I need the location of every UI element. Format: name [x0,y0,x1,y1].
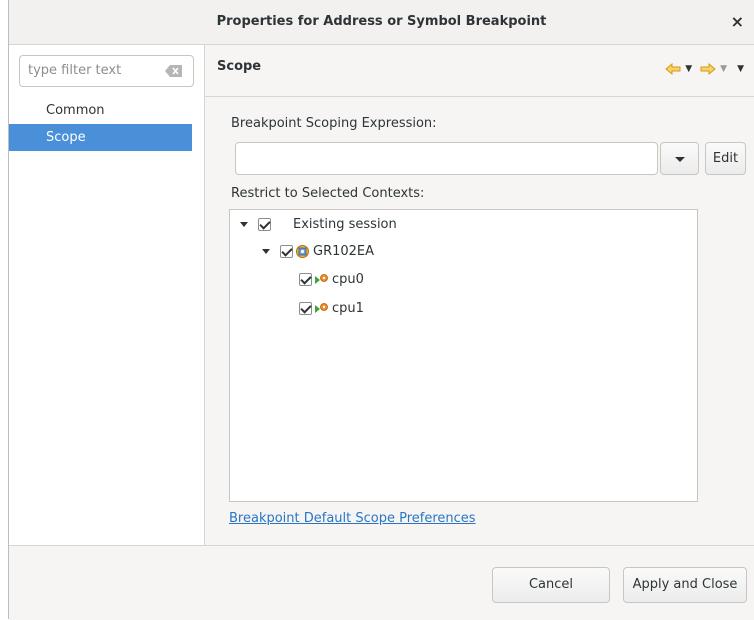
forward-history-dropdown-icon: ▼ [720,64,728,74]
target-icon [296,244,309,258]
target-checkbox[interactable] [280,244,293,258]
scoping-expression-combo[interactable] [235,142,658,175]
properties-dialog: Properties for Address or Symbol Breakpo… [8,0,754,620]
contexts-label: Restrict to Selected Contexts: [231,186,425,201]
filter-field[interactable] [19,55,194,87]
tree-row-cpu1: cpu1 [299,297,364,319]
sidebar: Common Scope [9,45,205,545]
apply-and-close-button[interactable]: Apply and Close [623,567,747,603]
tree-row-cpu0: cpu0 [299,268,364,290]
sidebar-item-common[interactable]: Common [9,97,192,124]
scoping-expression-input[interactable] [242,150,646,167]
chevron-down-icon [675,157,685,162]
scope-preferences-link[interactable]: Breakpoint Default Scope Preferences [229,511,476,526]
expression-dropdown-button[interactable] [660,142,699,175]
tree-row-session: Existing session [240,213,397,235]
button-bar: Cancel Apply and Close [9,545,754,620]
cancel-button[interactable]: Cancel [492,567,610,603]
expression-label: Breakpoint Scoping Expression: [231,116,437,131]
close-icon[interactable]: × [731,12,744,31]
title-bar: Properties for Address or Symbol Breakpo… [9,0,754,45]
sidebar-item-scope[interactable]: Scope [9,124,192,151]
back-history-dropdown-icon[interactable]: ▼ [685,64,692,74]
content-pane: Scope ▼ ▼ ▼ Breakpoint Scoping Expressio… [205,45,754,545]
page-header: Scope ▼ ▼ ▼ [205,45,754,97]
expand-toggle-icon[interactable] [262,248,270,254]
clear-filter-icon[interactable] [165,65,183,77]
dialog-title: Properties for Address or Symbol Breakpo… [216,14,547,29]
edit-button[interactable]: Edit [705,142,746,175]
tree-label-session: Existing session [293,216,397,232]
history-nav: ▼ ▼ ▼ [665,61,744,77]
tree-row-target: GR102EA [262,240,374,262]
forward-arrow-icon[interactable] [700,63,716,75]
session-checkbox[interactable] [258,217,271,231]
cpu1-checkbox[interactable] [299,301,312,315]
tree-label-cpu1: cpu1 [332,300,364,316]
tree-label-cpu0: cpu0 [332,271,364,287]
page-title: Scope [217,59,262,74]
running-thread-icon [315,273,328,284]
view-menu-icon[interactable]: ▼ [737,64,744,74]
expand-toggle-icon[interactable] [240,221,248,227]
cpu0-checkbox[interactable] [299,272,312,286]
running-thread-icon [315,302,328,313]
back-arrow-icon[interactable] [665,63,681,75]
contexts-tree: Existing session GR102EA cpu0 cpu1 [229,209,698,502]
filter-input[interactable] [26,62,160,79]
tree-label-target: GR102EA [313,243,375,259]
